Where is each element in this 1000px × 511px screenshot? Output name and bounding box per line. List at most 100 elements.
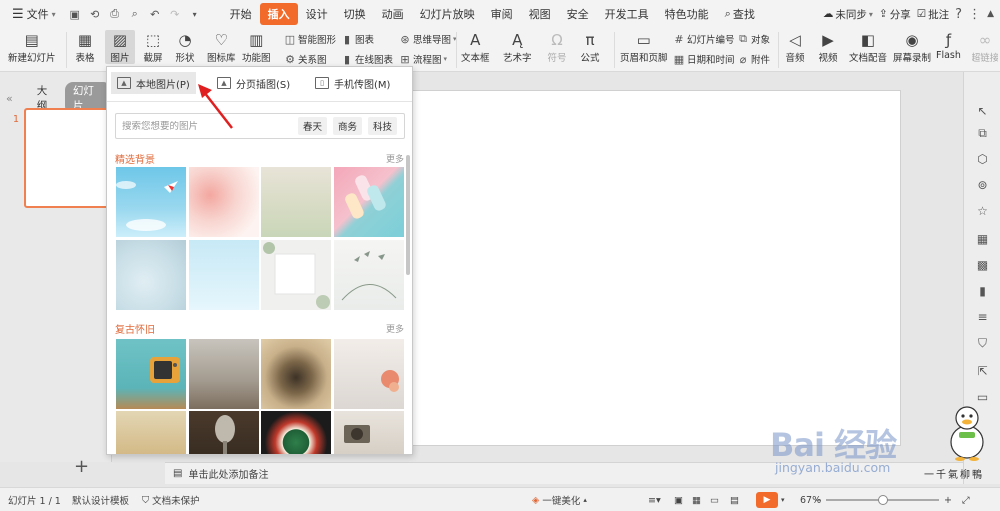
undo-icon[interactable]: ↶ xyxy=(146,5,164,23)
tab-transition[interactable]: 切换 xyxy=(336,3,374,25)
attachment-button[interactable]: ⌀ 附件 xyxy=(737,52,770,67)
tab-search[interactable]: ⌕ 查找 xyxy=(717,3,763,25)
retro-thumbnail[interactable] xyxy=(116,411,186,454)
screenshot-button[interactable]: ⬚ 截屏 xyxy=(142,30,164,64)
bg-thumbnail[interactable] xyxy=(116,167,186,237)
normal-view-icon[interactable]: ▣ xyxy=(674,488,683,511)
format-painter-icon[interactable]: ⟲ xyxy=(86,5,104,23)
print-preview-icon[interactable]: ⌕ xyxy=(126,5,144,23)
function-chart-button[interactable]: ▥ 功能图 xyxy=(242,30,271,64)
tab-features[interactable]: 特色功能 xyxy=(657,3,717,25)
help-icon[interactable]: ? xyxy=(955,7,962,22)
video-button[interactable]: ▶ 视频 xyxy=(817,30,839,64)
location-icon[interactable]: ⊚ xyxy=(964,176,1000,194)
file-menu[interactable]: ☰ 文件 ▾ xyxy=(6,3,62,25)
more-icon[interactable]: ▾ xyxy=(186,5,204,23)
protect-status[interactable]: ⛉ 文档未保护 xyxy=(142,488,200,511)
flash-button[interactable]: ƒ Flash xyxy=(936,30,961,61)
tab-view[interactable]: 视图 xyxy=(521,3,559,25)
align-icon[interactable]: ≡▾ xyxy=(648,488,661,511)
redo-icon[interactable]: ↷ xyxy=(166,5,184,23)
scrollbar[interactable] xyxy=(406,155,410,275)
bg-thumbnail[interactable] xyxy=(261,240,331,310)
grid-icon[interactable]: ▩ xyxy=(964,256,1000,274)
doc-dub-button[interactable]: ◧ 文档配音 xyxy=(849,30,887,64)
bg-thumbnail[interactable] xyxy=(189,167,259,237)
collapse-panel-icon[interactable]: « xyxy=(6,92,13,105)
retro-thumbnail[interactable] xyxy=(189,339,259,409)
bg-thumbnail[interactable] xyxy=(261,167,331,237)
new-slide-button[interactable]: ▤ 新建幻灯片 xyxy=(8,30,56,64)
template-name[interactable]: 默认设计模板 xyxy=(72,488,129,511)
screen-record-button[interactable]: ◉ 屏幕录制 xyxy=(893,30,931,64)
copy-icon[interactable]: ⧉ xyxy=(964,124,1000,142)
tab-insert[interactable]: 插入 xyxy=(259,3,298,25)
notes-view-icon[interactable]: ▤ xyxy=(730,488,739,511)
art-text-button[interactable]: Ą 艺术字 xyxy=(503,30,532,64)
more-options-icon[interactable]: ⋮ xyxy=(968,7,981,22)
shield-icon[interactable]: ⛉ xyxy=(964,334,1000,352)
smart-shape-button[interactable]: ◫ 智能图形 xyxy=(284,32,336,47)
datetime-button[interactable]: ▦ 日期和时间 xyxy=(673,52,735,67)
save-icon[interactable]: ▣ xyxy=(66,5,84,23)
formula-button[interactable]: π 公式 xyxy=(579,30,601,64)
slide-number-button[interactable]: # 幻灯片编号 xyxy=(673,32,734,47)
print-icon[interactable]: ⎙ xyxy=(106,5,124,23)
comment-button[interactable]: ☑ 批注 xyxy=(917,7,949,22)
local-picture-option[interactable]: ▲ 本地图片(P) xyxy=(111,72,196,94)
relation-button[interactable]: ⚙ 关系图 xyxy=(284,52,326,67)
online-chart-button[interactable]: ▮ 在线图表 xyxy=(341,52,393,67)
select-icon[interactable]: ↖ xyxy=(964,102,1000,120)
share-button[interactable]: ⇪ 分享 xyxy=(879,7,911,22)
tab-security[interactable]: 安全 xyxy=(559,3,597,25)
more-link-retro[interactable]: 更多 xyxy=(386,322,404,335)
reading-view-icon[interactable]: ▭ xyxy=(710,488,719,511)
settings-icon[interactable]: ≡ xyxy=(964,308,1000,326)
zoom-out-icon[interactable]: − xyxy=(814,488,822,511)
tab-home[interactable]: 开始 xyxy=(222,3,260,25)
bg-thumbnail[interactable] xyxy=(116,240,186,310)
tag-business[interactable]: 商务 xyxy=(333,117,363,135)
picture-button[interactable]: ▨ 图片 xyxy=(105,30,135,64)
textbox-button[interactable]: A 文本框 xyxy=(461,30,490,64)
object-button[interactable]: ⧉ 对象 xyxy=(737,32,770,46)
tag-tech[interactable]: 科技 xyxy=(368,117,398,135)
slide-thumbnail[interactable] xyxy=(24,108,110,208)
bg-thumbnail[interactable] xyxy=(334,167,404,237)
bg-thumbnail[interactable] xyxy=(334,240,404,310)
export-icon[interactable]: ⇱ xyxy=(964,362,1000,380)
add-slide-icon[interactable]: + xyxy=(74,456,89,477)
tab-slideshow[interactable]: 幻灯片放映 xyxy=(412,3,483,25)
hyperlink-button[interactable]: ∞ 超链接 xyxy=(972,30,998,64)
retro-thumbnail[interactable] xyxy=(261,411,331,454)
animation-icon[interactable]: ☆ xyxy=(964,202,1000,220)
flowchart-button[interactable]: ⊞ 流程图 ▾ xyxy=(399,52,447,67)
beautify-button[interactable]: ◈ 一键美化 ▴ xyxy=(532,488,587,511)
tab-review[interactable]: 审阅 xyxy=(483,3,521,25)
retro-thumbnail[interactable] xyxy=(189,411,259,454)
shape-button[interactable]: ◔ 形状 xyxy=(174,30,196,64)
shape-icon[interactable]: ⬡ xyxy=(964,150,1000,168)
audio-button[interactable]: ◁ 音频 xyxy=(784,30,806,64)
retro-thumbnail[interactable] xyxy=(116,339,186,409)
zoom-in-icon[interactable]: + xyxy=(944,488,952,511)
collapse-ribbon-icon[interactable]: ▲ xyxy=(987,9,994,19)
bg-thumbnail[interactable] xyxy=(189,240,259,310)
sync-status[interactable]: ☁ 未同步 ▾ xyxy=(823,7,873,22)
icon-library-button[interactable]: ♡ 图标库 xyxy=(207,30,236,64)
tag-spring[interactable]: 春天 xyxy=(298,117,328,135)
symbol-button[interactable]: Ω 符号 xyxy=(546,30,568,64)
slide-canvas[interactable] xyxy=(410,90,901,446)
retro-thumbnail[interactable] xyxy=(261,339,331,409)
sorter-view-icon[interactable]: ▦ xyxy=(692,488,701,511)
tab-design[interactable]: 设计 xyxy=(298,3,336,25)
table-button[interactable]: ▦ 表格 xyxy=(74,30,96,64)
retro-thumbnail[interactable] xyxy=(334,411,404,454)
zoom-slider[interactable] xyxy=(826,495,939,505)
fit-window-icon[interactable]: ⤢ xyxy=(962,488,970,511)
more-link-featured[interactable]: 更多 xyxy=(386,152,404,165)
chart-icon[interactable]: ▮ xyxy=(964,282,1000,300)
retro-thumbnail[interactable] xyxy=(334,339,404,409)
table-icon[interactable]: ▦ xyxy=(964,230,1000,248)
zoom-slider-knob[interactable] xyxy=(878,495,888,505)
